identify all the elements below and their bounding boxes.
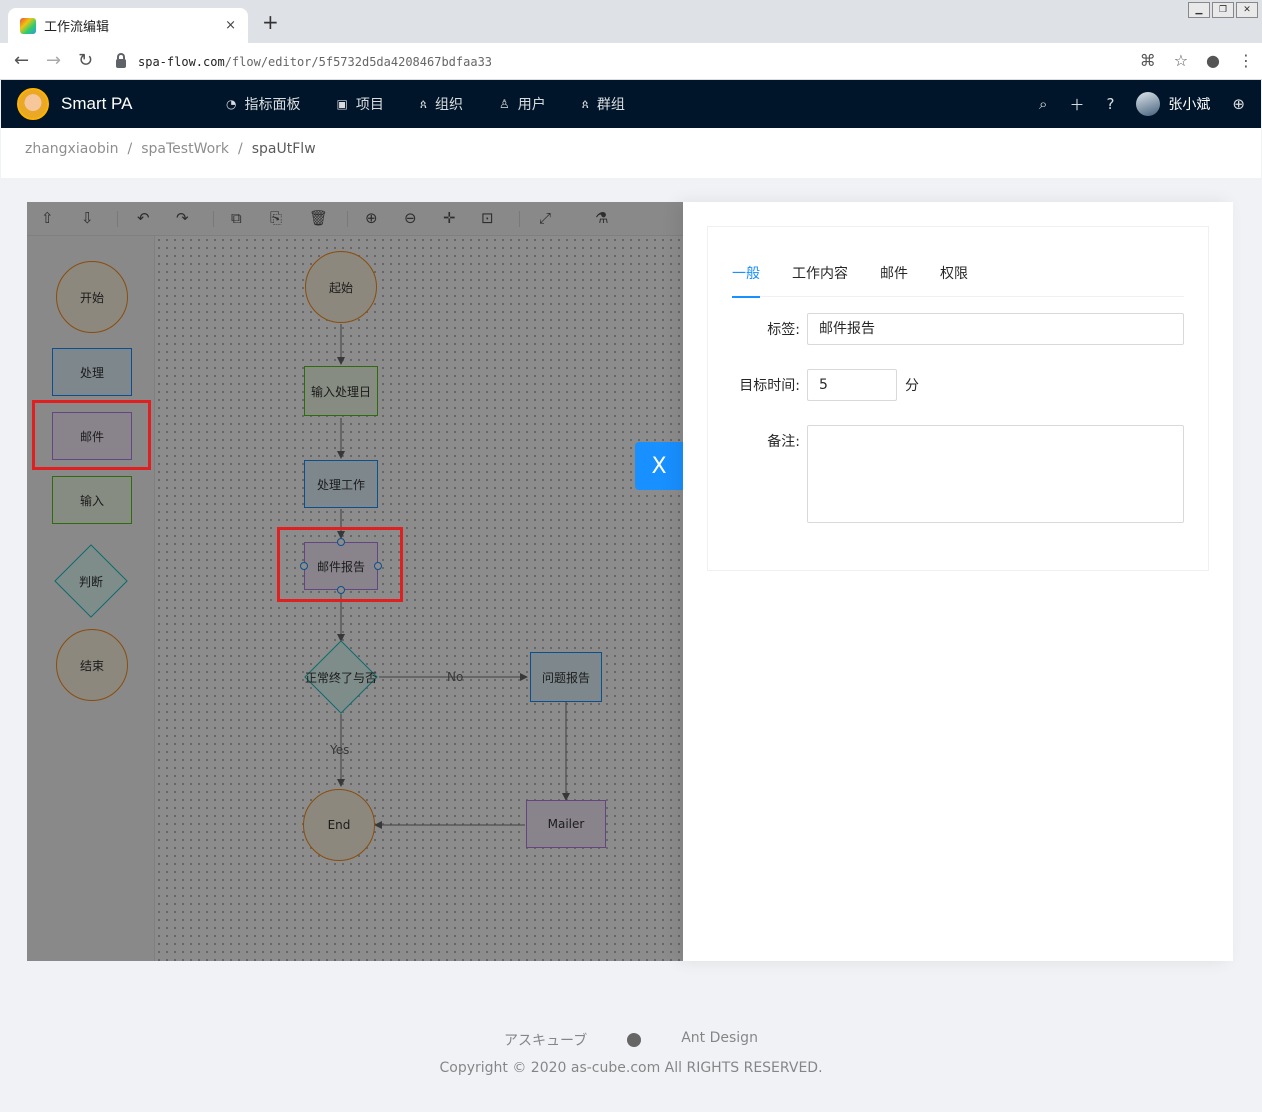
breadcrumb: zhangxiaobin / spaTestWork / spaUtFlw [1, 128, 1261, 178]
address-bar: ← → ↻ spa-flow.com/flow/editor/5f5732d5d… [0, 43, 1262, 80]
minimize-icon[interactable]: ▁ [1188, 2, 1210, 18]
tab-mail[interactable]: 邮件 [880, 257, 908, 297]
menu-item-dashboard[interactable]: ◔ 指标面板 [226, 80, 324, 128]
footer-link-antdesign[interactable]: Ant Design [681, 1030, 758, 1050]
star-icon[interactable]: ☆ [1174, 51, 1188, 71]
properties-drawer: 一般 工作内容 邮件 权限 标签: 邮件报告 目标时间: 5 分 备注: [683, 202, 1233, 961]
menu-item-label: 用户 [517, 97, 546, 113]
team-icon: ጰ [419, 96, 427, 111]
properties-card: 一般 工作内容 邮件 权限 标签: 邮件报告 目标时间: 5 分 备注: [707, 226, 1209, 571]
close-window-icon[interactable]: ✕ [1236, 2, 1258, 18]
favicon-icon [20, 17, 36, 34]
note-textarea[interactable] [807, 425, 1184, 523]
globe-icon[interactable]: ⊕ [1232, 95, 1245, 113]
logo[interactable] [17, 88, 49, 120]
menu-item-group[interactable]: ጰ 群组 [582, 80, 649, 128]
breadcrumb-separator: / [127, 141, 133, 157]
label-input[interactable]: 邮件报告 [807, 313, 1184, 345]
plus-icon[interactable]: ＋ [1069, 94, 1084, 115]
translate-icon[interactable]: ⌘ [1140, 51, 1156, 71]
highlight-box [277, 527, 403, 602]
project-icon: ▣ [336, 97, 348, 111]
breadcrumb-item-current: spaUtFlw [251, 141, 316, 157]
tab-close-icon[interactable]: × [225, 18, 236, 33]
target-time-input[interactable]: 5 [807, 369, 897, 401]
highlight-box [32, 400, 151, 470]
tab-general[interactable]: 一般 [732, 257, 760, 298]
lock-icon [116, 52, 126, 68]
url-field[interactable]: spa-flow.com/flow/editor/5f5732d5da42084… [108, 48, 1138, 75]
note-label: 备注: [767, 434, 800, 450]
breadcrumb-item[interactable]: spaTestWork [141, 141, 229, 165]
tab-permissions[interactable]: 权限 [940, 257, 968, 297]
label-field-label: 标签: [767, 322, 800, 338]
drawer-close-button[interactable]: X [635, 442, 683, 490]
window-controls: ▁ ❐ ✕ [1188, 2, 1258, 18]
search-icon[interactable]: ⌕ [1039, 95, 1047, 113]
reload-icon[interactable]: ↻ [78, 51, 93, 71]
dashboard-icon: ◔ [226, 97, 237, 111]
menu-item-label: 组织 [434, 97, 463, 113]
restore-icon[interactable]: ❐ [1212, 2, 1234, 18]
browser-tab[interactable]: 工作流编辑 × [8, 8, 248, 43]
brand-name: Smart PA [61, 94, 133, 113]
browser-tab-title: 工作流编辑 [44, 20, 110, 35]
breadcrumb-separator: / [238, 141, 243, 157]
new-tab-icon[interactable]: + [262, 12, 279, 32]
footer: アスキューブ Ant Design Copyright © 2020 as-cu… [0, 1030, 1262, 1076]
browser-menu-icon[interactable]: ⋮ [1238, 51, 1254, 71]
browser-tabstrip: 工作流编辑 × + ▁ ❐ ✕ [0, 0, 1262, 43]
target-time-unit: 分 [905, 378, 919, 394]
menu-item-label: 项目 [355, 97, 384, 113]
group-icon: ጰ [581, 96, 589, 111]
back-icon[interactable]: ← [14, 51, 29, 71]
breadcrumb-item[interactable]: zhangxiaobin [25, 141, 119, 165]
copyright: Copyright © 2020 as-cube.com All RIGHTS … [439, 1060, 823, 1076]
help-icon[interactable]: ? [1106, 95, 1114, 113]
github-icon[interactable] [627, 1033, 642, 1047]
username[interactable]: 张小斌 [1168, 94, 1210, 114]
url-host: spa-flow.com [138, 54, 225, 69]
avatar[interactable] [1136, 92, 1161, 116]
profile-icon[interactable]: ● [1206, 51, 1220, 71]
menu-item-user[interactable]: ♙ 用户 [499, 80, 570, 128]
forward-icon[interactable]: → [46, 51, 61, 71]
menu-item-label: 群组 [596, 97, 625, 113]
menu-item-project[interactable]: ▣ 项目 [336, 80, 407, 128]
menu-item-organization[interactable]: ጰ 组织 [420, 80, 487, 128]
user-icon: ♙ [498, 97, 510, 111]
main-menu: ◔ 指标面板 ▣ 项目 ጰ 组织 ♙ 用户 ጰ 群组 [226, 80, 661, 128]
properties-tabs: 一般 工作内容 邮件 权限 [732, 257, 1184, 298]
menu-item-label: 指标面板 [244, 97, 301, 113]
app-header: Smart PA ◔ 指标面板 ▣ 项目 ጰ 组织 ♙ 用户 ጰ 群组 ⌕ ＋ ? 张小斌… [1, 80, 1261, 128]
tab-work-content[interactable]: 工作内容 [792, 257, 848, 297]
url-path: /flow/editor/5f5732d5da4208467bdfaa33 [224, 54, 493, 69]
footer-link-ascube[interactable]: アスキューブ [504, 1030, 587, 1050]
target-time-label: 目标时间: [739, 378, 800, 394]
